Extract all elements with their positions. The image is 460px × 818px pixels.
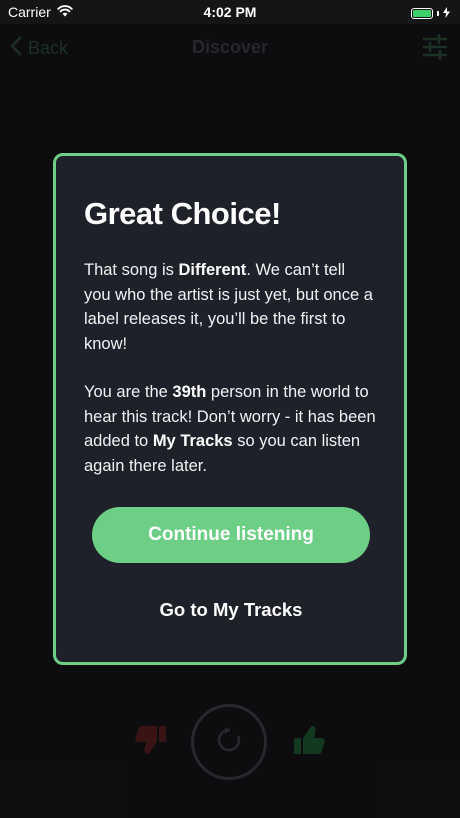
charging-icon bbox=[443, 5, 450, 21]
status-time: 4:02 PM bbox=[203, 4, 257, 20]
go-to-my-tracks-button[interactable]: Go to My Tracks bbox=[92, 592, 370, 628]
status-bar: Carrier 4:02 PM bbox=[0, 0, 460, 24]
para2-before: You are the bbox=[84, 383, 173, 401]
status-right bbox=[411, 5, 450, 21]
battery-icon bbox=[411, 7, 433, 19]
modal-title: Great Choice! bbox=[84, 196, 281, 231]
battery-level bbox=[413, 9, 431, 17]
listener-rank-text: You are the 39th person in the world to … bbox=[84, 380, 376, 478]
discover-screen: Carrier 4:02 PM Back Discover Great Choi… bbox=[0, 0, 460, 818]
great-choice-modal: Great Choice! That song is Different. We… bbox=[53, 153, 407, 665]
battery-tip bbox=[437, 10, 439, 16]
para1-before: That song is bbox=[84, 261, 179, 279]
my-tracks-mention: My Tracks bbox=[152, 432, 233, 450]
para1-genre: Different bbox=[178, 261, 247, 279]
song-info-text: That song is Different. We can’t tell yo… bbox=[84, 258, 376, 356]
listener-rank: 39th bbox=[172, 383, 207, 401]
continue-listening-button[interactable]: Continue listening bbox=[92, 507, 370, 563]
